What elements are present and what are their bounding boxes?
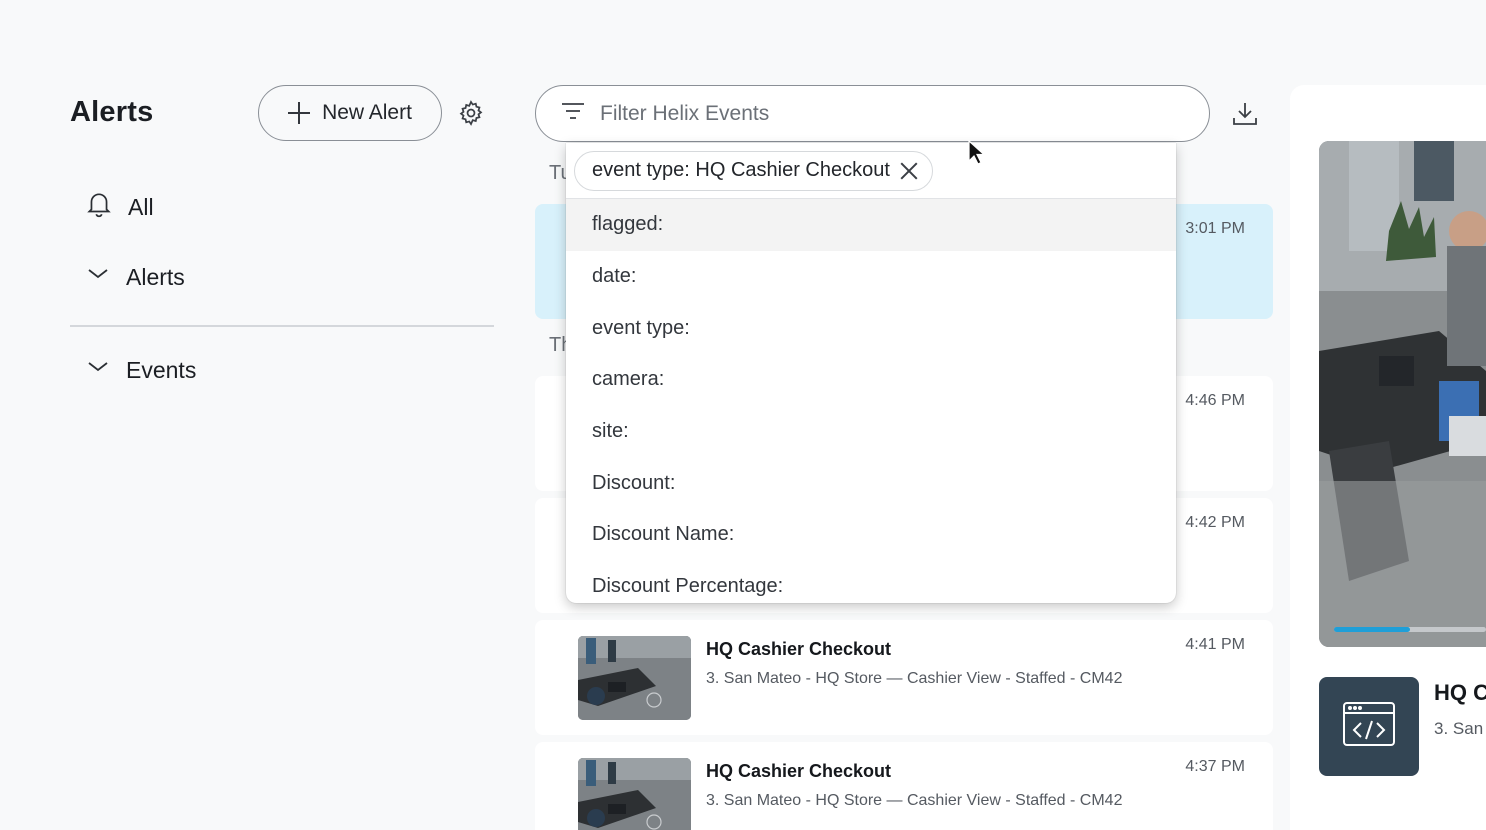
plus-icon xyxy=(288,102,311,124)
event-subtitle: 3. San Mateo - HQ Store — Cashier View -… xyxy=(706,670,1123,687)
event-row[interactable]: HQ Cashier Checkout 3. San Mateo - HQ St… xyxy=(535,742,1273,830)
event-time: 3:01 PM xyxy=(1185,220,1245,237)
filter-option-site[interactable]: site: xyxy=(566,406,1176,458)
event-row[interactable]: HQ Cashier Checkout 3. San Mateo - HQ St… xyxy=(535,620,1273,735)
event-time: 4:41 PM xyxy=(1185,636,1245,653)
filter-option-date[interactable]: date: xyxy=(566,251,1176,303)
sidebar-item-label: Alerts xyxy=(126,263,185,290)
filter-icon xyxy=(560,100,586,127)
new-alert-label: New Alert xyxy=(322,101,412,124)
filter-option-discount-name[interactable]: Discount Name: xyxy=(566,509,1176,561)
event-title: HQ Cashier Checkout xyxy=(706,639,892,659)
filter-option-flagged[interactable]: flagged: xyxy=(566,199,1176,251)
bell-icon xyxy=(86,190,112,224)
event-subtitle: 3. San Mateo - HQ Store — Cashier View -… xyxy=(706,792,1123,809)
filter-option-discount-percentage[interactable]: Discount Percentage: xyxy=(566,561,1176,603)
download-icon[interactable] xyxy=(1231,100,1259,128)
preview-subtitle: 3. San xyxy=(1434,719,1484,738)
video-progress-fill xyxy=(1334,627,1410,632)
filter-chip[interactable]: event type: HQ Cashier Checkout xyxy=(574,150,933,191)
gear-icon[interactable] xyxy=(458,100,484,126)
chevron-down-icon xyxy=(86,262,110,292)
filter-option-camera[interactable]: camera: xyxy=(566,354,1176,406)
sidebar-item-all[interactable]: All xyxy=(86,190,154,224)
filter-option-discount[interactable]: Discount: xyxy=(566,457,1176,509)
sidebar-item-alerts[interactable]: Alerts xyxy=(86,262,185,292)
sidebar-item-label: All xyxy=(128,193,154,220)
sidebar-item-events[interactable]: Events xyxy=(86,355,196,385)
close-icon[interactable] xyxy=(900,162,918,180)
filter-dropdown: event type: HQ Cashier Checkout flagged:… xyxy=(566,143,1176,603)
event-thumbnail[interactable] xyxy=(578,636,691,720)
sidebar-divider xyxy=(70,325,494,327)
preview-title: HQ C xyxy=(1434,680,1486,705)
chevron-down-icon xyxy=(86,355,110,385)
code-window-icon xyxy=(1342,701,1396,752)
preview-video[interactable] xyxy=(1319,141,1486,647)
active-filters: event type: HQ Cashier Checkout xyxy=(566,143,1176,199)
event-title: HQ Cashier Checkout xyxy=(706,761,892,781)
new-alert-button[interactable]: New Alert xyxy=(258,85,442,141)
event-time: 4:42 PM xyxy=(1185,514,1245,531)
event-thumbnail[interactable] xyxy=(578,758,691,830)
filter-input[interactable]: Filter Helix Events xyxy=(535,85,1210,142)
mouse-cursor-icon xyxy=(968,139,986,166)
video-progress-bar[interactable] xyxy=(1334,627,1486,632)
filter-chip-label: event type: HQ Cashier Checkout xyxy=(592,159,890,181)
event-time: 4:37 PM xyxy=(1185,758,1245,775)
page-title: Alerts xyxy=(70,96,154,128)
integration-tile[interactable] xyxy=(1319,677,1419,776)
filter-option-event-type[interactable]: event type: xyxy=(566,302,1176,354)
filter-placeholder: Filter Helix Events xyxy=(600,101,770,125)
sidebar-item-label: Events xyxy=(126,356,197,383)
event-time: 4:46 PM xyxy=(1185,392,1245,409)
